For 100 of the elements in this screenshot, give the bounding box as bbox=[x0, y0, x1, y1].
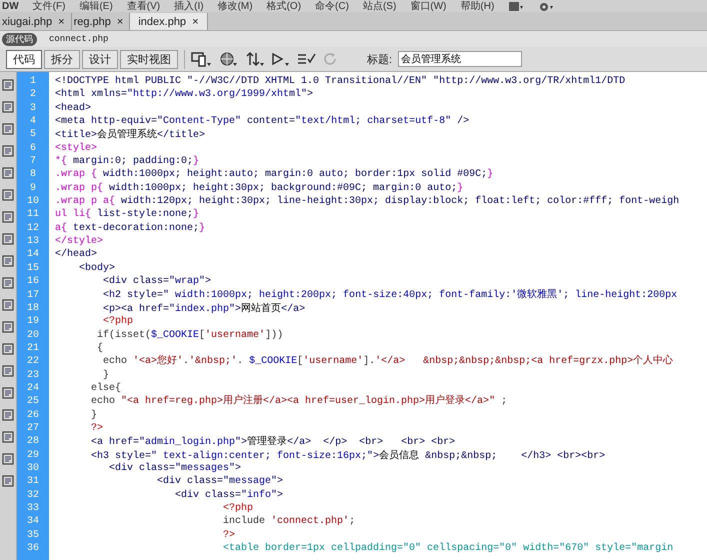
line-number: 27 bbox=[26, 422, 40, 436]
document-tab[interactable]: reg.php × bbox=[72, 13, 130, 30]
globe-icon[interactable] bbox=[219, 51, 239, 67]
tab-label: reg.php bbox=[74, 16, 111, 28]
code-line: <head> bbox=[55, 102, 92, 116]
related-file-tab[interactable]: connect.php bbox=[45, 34, 112, 44]
menu-item[interactable]: 查看(V) bbox=[126, 1, 160, 12]
code-line: include 'connect.php'; bbox=[222, 515, 356, 529]
tab-label: index.php bbox=[138, 16, 186, 28]
line-number: 20 bbox=[26, 328, 40, 342]
line-number: 36 bbox=[26, 542, 40, 556]
document-tab[interactable]: xiugai.php × bbox=[0, 13, 72, 30]
line-number: 15 bbox=[26, 262, 40, 276]
code-line: <body> bbox=[78, 262, 116, 276]
devices-icon[interactable] bbox=[191, 51, 213, 67]
view-button[interactable]: 设计 bbox=[82, 50, 118, 68]
code-line: <meta http-equiv="Content-Type" content="text/html; charset=utf-8" /> bbox=[55, 115, 470, 128]
menu-item[interactable]: 命令(C) bbox=[315, 1, 349, 12]
code-line: <style> bbox=[55, 142, 98, 156]
code-line: } bbox=[102, 368, 110, 382]
line-number: 1 bbox=[28, 75, 37, 88]
close-icon[interactable]: × bbox=[116, 16, 124, 28]
code-line: .wrap { width:1000px; height:auto; margin:0 auto; border:1px solid #09C;} bbox=[55, 168, 494, 182]
sort-icon[interactable] bbox=[245, 51, 265, 67]
code-line: { bbox=[96, 342, 104, 356]
code-line: echo "<a href=reg.php>用户注册</a><a href=user_login.php>用户登录</a>" ; bbox=[90, 395, 508, 409]
menu-item[interactable]: 帮助(H) bbox=[460, 1, 494, 12]
line-number: 31 bbox=[26, 475, 40, 489]
code-line: <table border=1px cellpadding="0" cellspacing="0" width="670" style="margin bbox=[222, 542, 674, 556]
line-number: 25 bbox=[26, 395, 40, 409]
code-line: ul li{ list-style:none;} bbox=[55, 208, 200, 222]
line-number: 14 bbox=[26, 248, 40, 262]
close-icon[interactable]: × bbox=[58, 16, 65, 28]
line-number: 34 bbox=[26, 515, 40, 529]
title-field[interactable]: 会员管理系统 bbox=[398, 51, 522, 67]
code-line: } bbox=[90, 408, 98, 422]
view-button[interactable]: 实时视图 bbox=[120, 50, 178, 68]
code-line: <?php bbox=[102, 315, 134, 329]
line-number: 30 bbox=[26, 462, 40, 476]
menu-item[interactable]: 文件(F) bbox=[32, 1, 66, 12]
code-line: if(isset($_COOKIE['username'])) bbox=[96, 328, 284, 342]
code-line: .wrap p{ width:1000px; height:30px; background:#09C; margin:0 auto;} bbox=[55, 182, 464, 196]
code-line: a{ text-decoration:none;} bbox=[55, 222, 206, 236]
line-number: 11 bbox=[26, 208, 40, 222]
code-line: <div class="wrap"> bbox=[102, 275, 212, 288]
line-number: 5 bbox=[28, 128, 37, 142]
code-line: ?> bbox=[90, 422, 104, 436]
menu-item[interactable]: 插入(I) bbox=[174, 1, 204, 12]
line-number: 6 bbox=[28, 142, 37, 156]
line-number: 24 bbox=[26, 382, 40, 396]
line-number: 32 bbox=[26, 488, 40, 502]
menu-item[interactable]: 窗口(W) bbox=[410, 1, 446, 12]
line-number: 21 bbox=[26, 342, 40, 356]
line-number: 7 bbox=[28, 155, 37, 168]
code-line: <?php bbox=[222, 502, 254, 516]
line-number: 19 bbox=[26, 315, 40, 329]
app-logo: DW bbox=[2, 1, 19, 12]
code-line: <div class="messages"> bbox=[108, 462, 242, 476]
line-number: 9 bbox=[28, 182, 37, 196]
line-number: 12 bbox=[26, 222, 40, 236]
line-number: 13 bbox=[26, 235, 40, 248]
line-number: 29 bbox=[26, 448, 40, 462]
settings-icon[interactable] bbox=[538, 2, 554, 12]
code-line: <h2 style=" width:1000px; height:200px; font-size:40px; font-family:'微软雅黑'; line-height:200px bbox=[102, 288, 678, 302]
code-line: else{ bbox=[90, 382, 122, 396]
code-line: *{ margin:0; padding:0;} bbox=[55, 155, 200, 168]
line-number: 23 bbox=[26, 368, 40, 382]
document-tab[interactable]: index.php × bbox=[130, 13, 208, 30]
line-number: 35 bbox=[26, 528, 40, 542]
menu-item[interactable]: 站点(S) bbox=[362, 1, 396, 12]
code-line: <title>会员管理系统</title> bbox=[55, 128, 206, 142]
code-line: </style> bbox=[55, 235, 104, 248]
code-line: .wrap p a{ width:120px; height:30px; line-height:30px; display:block; float:left; color:#fff; font-weigh bbox=[55, 195, 680, 208]
related-file-tab[interactable]: 源代码 bbox=[2, 32, 37, 46]
code-line: ?> bbox=[222, 528, 236, 542]
line-number: 17 bbox=[26, 288, 40, 302]
layout-icon[interactable] bbox=[508, 2, 524, 12]
line-number: 3 bbox=[28, 102, 37, 116]
close-icon[interactable]: × bbox=[192, 16, 198, 28]
line-number: 10 bbox=[26, 195, 40, 208]
line-number: 18 bbox=[26, 302, 40, 316]
line-number: 22 bbox=[26, 355, 40, 369]
code-line: <!DOCTYPE html PUBLIC "-//W3C//DTD XHTML 1.0 Transitional//EN" "http://www.w3.org/TR/xhtml1/DTD bbox=[55, 75, 626, 88]
code-line: <html xmlns="http://www.w3.org/1999/xhtml"> bbox=[55, 88, 314, 102]
line-number: 28 bbox=[26, 435, 40, 449]
menu-item[interactable]: 编辑(E) bbox=[79, 1, 113, 12]
menu-item[interactable]: 修改(M) bbox=[218, 1, 253, 12]
line-number: 16 bbox=[26, 275, 40, 288]
code-line: </head> bbox=[55, 248, 98, 262]
play-icon[interactable] bbox=[271, 51, 291, 67]
view-button[interactable]: 代码 bbox=[6, 50, 42, 68]
title-label: 标题: bbox=[367, 52, 392, 66]
code-line: <a href="admin_login.php">管理登录</a> </p> <br> <br> <br> bbox=[90, 435, 456, 449]
line-number: 8 bbox=[28, 168, 37, 182]
line-number: 4 bbox=[28, 115, 37, 128]
view-button[interactable]: 拆分 bbox=[44, 50, 80, 68]
code-line: <div class="info"> bbox=[174, 488, 284, 502]
checklist-icon[interactable] bbox=[297, 51, 317, 67]
menu-item[interactable]: 格式(O) bbox=[266, 1, 302, 12]
line-number: 2 bbox=[28, 88, 37, 102]
